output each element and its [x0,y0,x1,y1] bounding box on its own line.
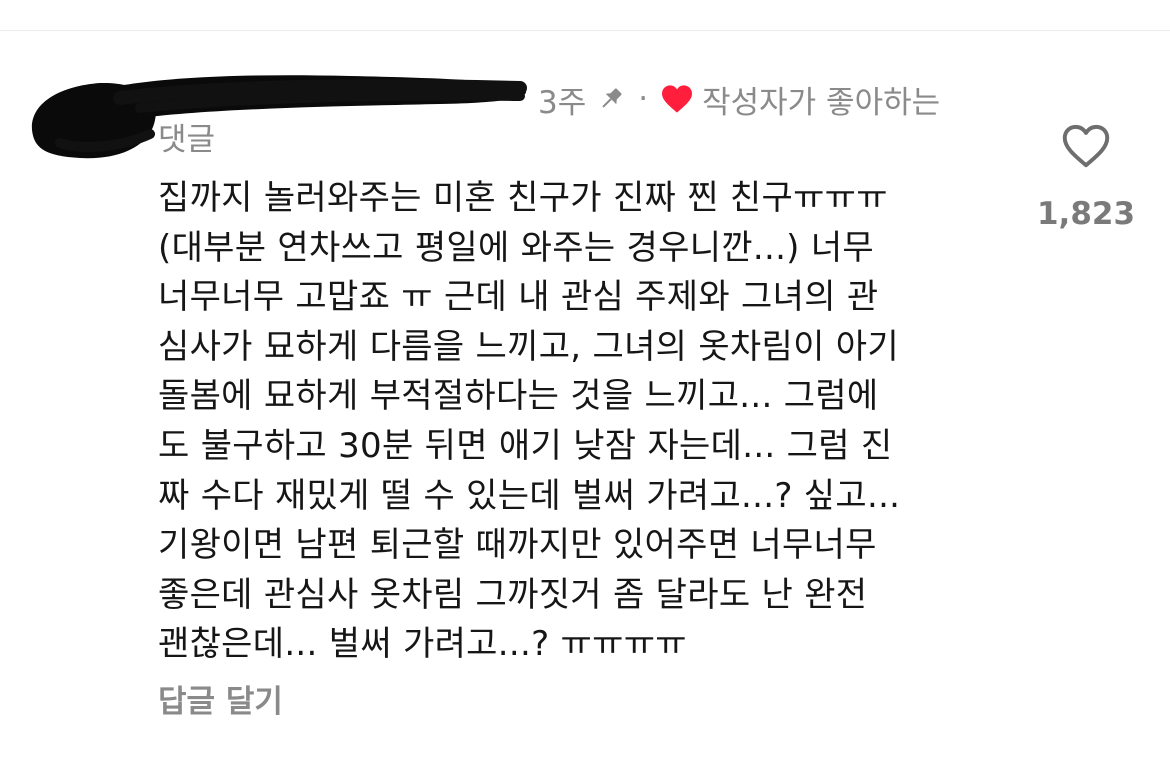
comment-line: 너무너무 고맙죠 ㅠ 근데 내 관심 주제와 그녀의 관 [158,277,879,318]
comment-line: 좋은데 관심사 옷차림 그까짓거 좀 달라도 난 완전 [158,574,868,615]
comment-line: 돌봄에 묘하게 부적절하다는 것을 느끼고... 그럼에 [158,376,879,417]
like-button[interactable] [1058,118,1114,174]
comment-time: 3주 [538,84,587,121]
comment-line: 집까지 놀러와주는 미혼 친구가 진짜 찐 친구ㅠㅠㅠ [158,178,888,218]
comment-text: 집까지 놀러와주는 미혼 친구가 진짜 찐 친구ㅠㅠㅠ (대부분 연차쓰고 평일… [158,174,1013,670]
redacted-username [31,75,527,159]
comment-meta: 3주 · 작성자가 좋아하는 [538,76,940,122]
like-count: 1,823 [1036,196,1136,232]
comment-line: 심사가 묘하게 다름을 느끼고, 그녀의 옷차림이 아기 [158,326,899,367]
reply-button[interactable]: 답글 달기 [158,676,283,721]
pin-icon [594,82,628,116]
comment-line: (대부분 연차쓰고 평일에 와주는 경우니깐...) 너무 [158,227,875,268]
top-divider [0,30,1170,31]
meta-separator: · [638,81,649,117]
author-liked-label: 작성자가 좋아하는 [702,84,941,121]
comment-line: 기왕이면 남편 퇴근할 때까지만 있어주면 너무너무 [158,525,877,566]
comment-line: 도 불구하고 30분 뒤면 애기 낮잠 자는데... 그럼 진 [158,425,893,466]
heart-outline-icon [1062,124,1110,168]
author-liked-label-continued: 댓글 [158,122,216,158]
comment-line: 짜 수다 재밌게 떨 수 있는데 벌써 가려고...? 싶고... [158,475,901,516]
heart-icon [660,82,694,116]
comment-line: 괜찮은데... 벌써 가려고...? ㅠㅠㅠㅠ [158,624,687,665]
